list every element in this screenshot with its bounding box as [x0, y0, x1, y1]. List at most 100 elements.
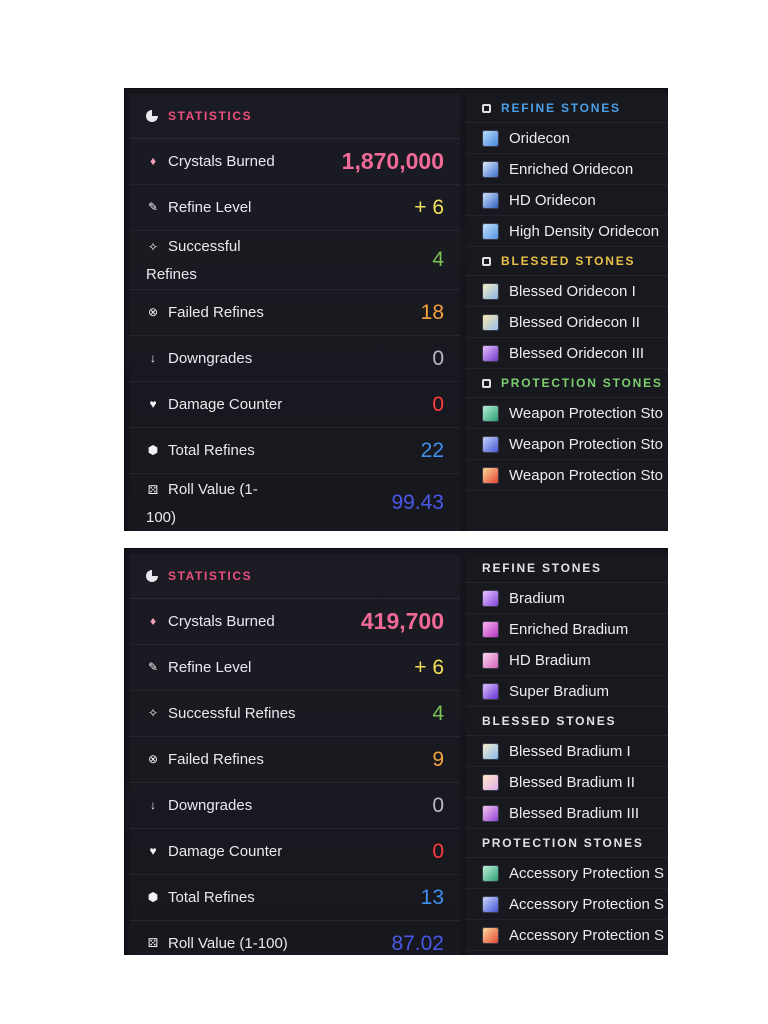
section-header-refine-stones: REFINE STONES	[466, 554, 668, 583]
stat-value: 4	[432, 701, 444, 725]
dice-icon: ⚄	[147, 936, 159, 950]
stat-label: Damage Counter	[168, 843, 283, 860]
stone-item-enriched-bradium[interactable]: Enriched Bradium	[466, 614, 668, 645]
stat-label: Damage Counter	[168, 396, 283, 413]
stat-label: Roll Value (1-100)	[168, 935, 288, 952]
statistics-header: STATISTICS	[130, 554, 460, 599]
blessed-oridecon-icon	[482, 344, 499, 362]
hammer-icon: ✎	[147, 660, 159, 674]
accessory-protection-stone-icon	[482, 864, 499, 882]
stat-row-failed-refines: ⊗ Failed Refines 18	[130, 290, 460, 336]
stone-item-weapon-protection-3[interactable]: Weapon Protection Sto	[466, 460, 668, 491]
stat-value: 87.02	[391, 931, 444, 955]
dice-icon: ⚄	[147, 482, 159, 497]
stone-item-blessed-bradium-2[interactable]: Blessed Bradium II	[466, 767, 668, 798]
high-density-oridecon-icon	[482, 222, 499, 240]
stone-item-accessory-protection-3[interactable]: Accessory Protection S	[466, 920, 668, 951]
stone-item-blessed-oridecon-3[interactable]: Blessed Oridecon III	[466, 338, 668, 369]
weapon-protection-stone-icon	[482, 435, 499, 453]
oridecon-icon	[482, 129, 499, 147]
statistics-card: STATISTICS ♦ Crystals Burned 419,700 ✎ Ref…	[130, 554, 460, 955]
section-header-refine-stones: REFINE STONES	[466, 94, 668, 123]
magic-wand-icon: ✧	[147, 239, 159, 254]
section-header-blessed-stones: BLESSED STONES	[466, 707, 668, 736]
stone-item-blessed-bradium-3[interactable]: Blessed Bradium III	[466, 798, 668, 829]
arrow-down-icon: ↓	[150, 351, 156, 365]
stone-item-blessed-oridecon-1[interactable]: Blessed Oridecon I	[466, 276, 668, 307]
broken-heart-icon: ♥	[149, 397, 157, 411]
crystal-icon: ♦	[149, 154, 157, 168]
stat-row-refine-level: ✎ Refine Level + 6	[130, 645, 460, 691]
refine-panel-oridecon: STATISTICS ♦ Crystals Burned 1,870,000 ✎ R…	[124, 88, 668, 531]
cube-outline-icon	[482, 103, 491, 113]
statistics-card: STATISTICS ♦ Crystals Burned 1,870,000 ✎ R…	[130, 94, 460, 531]
stone-item-hd-oridecon[interactable]: HD Oridecon	[466, 185, 668, 216]
stat-row-damage-counter: ♥ Damage Counter 0	[130, 829, 460, 875]
stone-item-enriched-oridecon[interactable]: Enriched Oridecon	[466, 154, 668, 185]
stone-item-blessed-oridecon-2[interactable]: Blessed Oridecon II	[466, 307, 668, 338]
stat-value: 4	[432, 248, 444, 271]
hammer-icon: ✎	[147, 200, 159, 214]
stone-item-super-bradium[interactable]: Super Bradium	[466, 676, 668, 707]
stone-item-hd-bradium[interactable]: HD Bradium	[466, 645, 668, 676]
arrow-down-icon: ↓	[150, 798, 156, 812]
stone-item-weapon-protection-2[interactable]: Weapon Protection Sto	[466, 429, 668, 460]
blessed-bradium-icon	[482, 742, 499, 760]
stat-label: Successful Refines	[146, 237, 241, 283]
stones-list: REFINE STONES Bradium Enriched Bradium H…	[466, 554, 668, 955]
stat-value: 419,700	[360, 608, 444, 634]
super-bradium-icon	[482, 682, 499, 700]
stat-label: Total Refines	[168, 442, 255, 459]
stat-row-crystals-burned: ♦ Crystals Burned 1,870,000	[130, 139, 460, 185]
stat-label: Downgrades	[168, 797, 253, 814]
section-header-protection-stones: PROTECTION STONES	[466, 829, 668, 858]
stat-value: 0	[432, 346, 444, 370]
blessed-oridecon-icon	[482, 313, 499, 331]
stone-item-bradium[interactable]: Bradium	[466, 583, 668, 614]
section-header-protection-stones: PROTECTION STONES	[466, 369, 668, 398]
stone-item-accessory-protection-1[interactable]: Accessory Protection S	[466, 858, 668, 889]
stat-value: 0	[432, 839, 444, 863]
statistics-title: STATISTICS	[168, 109, 253, 123]
stat-value: 0	[432, 392, 444, 416]
crystal-icon: ♦	[149, 614, 157, 628]
accessory-protection-stone-icon	[482, 926, 499, 944]
broken-heart-icon: ♥	[149, 844, 157, 858]
stat-label: Failed Refines	[168, 751, 264, 768]
cube-icon: ⬢	[147, 443, 159, 457]
stones-list: REFINE STONES Oridecon Enriched Oridecon…	[466, 94, 668, 531]
stat-row-roll-value: ⚄ Roll Value (1-100) 99.43	[130, 474, 460, 531]
stone-item-blessed-bradium-1[interactable]: Blessed Bradium I	[466, 736, 668, 767]
section-header-blessed-stones: BLESSED STONES	[466, 247, 668, 276]
stat-label: Roll Value (1-100)	[146, 480, 258, 526]
stat-row-refine-level: ✎ Refine Level + 6	[130, 185, 460, 231]
blessed-bradium-icon	[482, 804, 499, 822]
statistics-header: STATISTICS	[130, 94, 460, 139]
stone-item-weapon-protection-1[interactable]: Weapon Protection Sto	[466, 398, 668, 429]
weapon-protection-stone-icon	[482, 466, 499, 484]
blessed-bradium-icon	[482, 773, 499, 791]
statistics-title: STATISTICS	[168, 569, 253, 583]
cube-outline-icon	[482, 378, 491, 388]
stat-row-damage-counter: ♥ Damage Counter 0	[130, 382, 460, 428]
stat-row-roll-value: ⚄ Roll Value (1-100) 87.02	[130, 921, 460, 955]
stat-label: Failed Refines	[168, 304, 264, 321]
blessed-oridecon-icon	[482, 282, 499, 300]
x-circle-icon: ⊗	[147, 752, 159, 766]
cube-icon: ⬢	[147, 890, 159, 904]
stat-row-downgrades: ↓ Downgrades 0	[130, 336, 460, 382]
stat-value: 1,870,000	[341, 148, 444, 174]
stone-item-oridecon[interactable]: Oridecon	[466, 123, 668, 154]
stat-label: Crystals Burned	[168, 613, 275, 630]
stone-item-high-density-oridecon[interactable]: High Density Oridecon	[466, 216, 668, 247]
stat-label: Successful Refines	[168, 705, 296, 722]
pie-chart-icon	[146, 110, 158, 122]
weapon-protection-stone-icon	[482, 404, 499, 422]
refine-panel-bradium: STATISTICS ♦ Crystals Burned 419,700 ✎ Ref…	[124, 548, 668, 955]
enriched-oridecon-icon	[482, 160, 499, 178]
stone-item-accessory-protection-2[interactable]: Accessory Protection S	[466, 889, 668, 920]
stat-label: Crystals Burned	[168, 153, 275, 170]
cube-outline-icon	[482, 256, 491, 266]
stat-row-successful-refines: ✧ Successful Refines 4	[130, 691, 460, 737]
stat-value: 13	[420, 885, 444, 909]
